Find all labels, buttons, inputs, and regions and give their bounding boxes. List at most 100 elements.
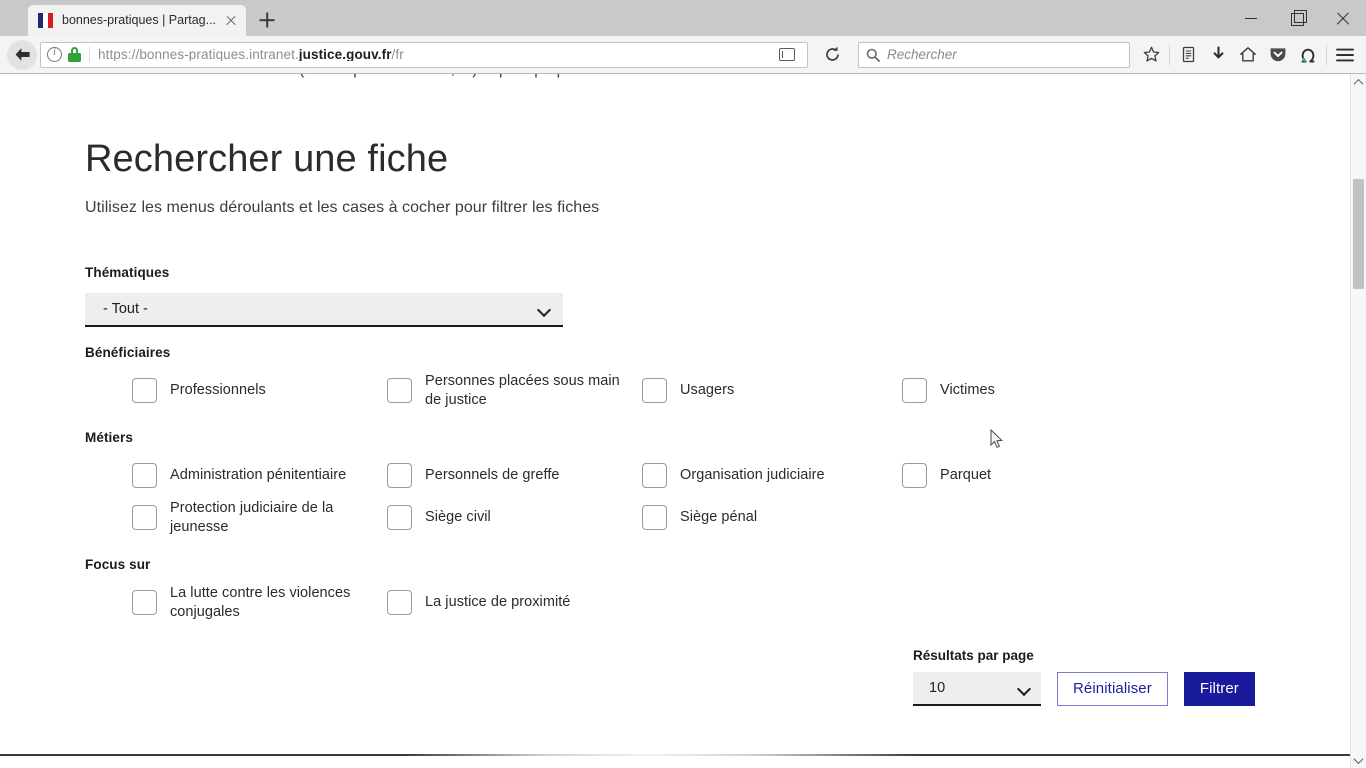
page-scrollbar[interactable] xyxy=(1350,74,1366,768)
checkbox-box[interactable] xyxy=(132,590,157,616)
french-flag-favicon xyxy=(38,13,55,28)
url-prefix: https://bonnes-pratiques.intranet. xyxy=(98,47,299,62)
checkbox-label: Administration pénitentiaire xyxy=(170,467,347,484)
checkbox-item[interactable]: La justice de proximité xyxy=(387,582,642,624)
minimize-button[interactable] xyxy=(1228,3,1274,33)
back-arrow-icon xyxy=(7,39,37,70)
address-bar-actions xyxy=(771,48,803,61)
page-subtitle: Utilisez les menus déroulants et les cas… xyxy=(85,198,600,216)
search-placeholder: Rechercher xyxy=(887,46,957,62)
results-per-page-select[interactable]: 10 xyxy=(913,671,1041,706)
checkbox-box[interactable] xyxy=(387,505,412,531)
checkbox-label: Usagers xyxy=(680,382,735,399)
thematiques-value: - Tout - xyxy=(103,300,148,317)
checkbox-label: Personnes placées sous main de justice xyxy=(425,372,620,408)
bookmark-star-icon[interactable] xyxy=(1136,40,1166,70)
thematiques-select[interactable]: - Tout - xyxy=(85,292,563,327)
pocket-icon[interactable] xyxy=(1263,40,1293,70)
tab-title: bonnes-pratiques | Partag... xyxy=(62,14,215,27)
browser-tab[interactable]: bonnes-pratiques | Partag... xyxy=(28,5,246,36)
checkbox-box[interactable] xyxy=(132,463,157,489)
toolbar-divider xyxy=(1169,44,1170,65)
checkbox-grid-metiers: Administration pénitentiaire Personnels … xyxy=(132,455,1350,539)
reload-button[interactable] xyxy=(816,40,848,70)
checkbox-item[interactable]: Siège pénal xyxy=(642,497,902,539)
group-focus-sur: Focus sur La lutte contre les violences … xyxy=(85,556,1350,624)
clipped-cookie-text: le site et des services associés (statis… xyxy=(82,74,1350,87)
omega-icon[interactable] xyxy=(1293,40,1323,70)
checkbox-grid-beneficiaires: Professionnels Personnes placées sous ma… xyxy=(132,370,1350,412)
checkbox-item[interactable]: La lutte contre les violences conjugales xyxy=(132,582,387,624)
site-identity[interactable] xyxy=(47,47,90,62)
address-bar[interactable]: https://bonnes-pratiques.intranet.justic… xyxy=(40,41,808,68)
scrollbar-thumb[interactable] xyxy=(1353,179,1364,289)
checkbox-item[interactable]: Siège civil xyxy=(387,497,642,539)
checkbox-label: Professionnels xyxy=(170,382,266,399)
url-suffix: /fr xyxy=(391,47,404,62)
checkbox-item[interactable]: Organisation judiciaire xyxy=(642,455,902,497)
web-page: le site et des services associés (statis… xyxy=(0,74,1350,768)
group-label-metiers: Métiers xyxy=(85,429,133,445)
checkbox-item[interactable]: Usagers xyxy=(642,370,902,412)
checkbox-label: Organisation judiciaire xyxy=(680,467,825,484)
checkbox-label: La justice de proximité xyxy=(425,594,571,611)
checkbox-box[interactable] xyxy=(132,505,157,531)
reload-icon xyxy=(825,46,839,61)
page-content: le site et des services associés (statis… xyxy=(0,74,1350,706)
checkbox-label: La lutte contre les violences conjugales xyxy=(170,584,351,620)
checkbox-box[interactable] xyxy=(642,505,667,531)
checkbox-box[interactable] xyxy=(132,378,157,404)
search-icon xyxy=(866,48,880,62)
library-icon[interactable] xyxy=(1173,40,1203,70)
downloads-icon[interactable] xyxy=(1203,40,1233,70)
checkbox-label: Protection judiciaire de la jeunesse xyxy=(170,499,334,535)
checkbox-box[interactable] xyxy=(902,378,927,404)
checkbox-label: Siège civil xyxy=(425,509,491,526)
browser-window: bonnes-pratiques | Partag... https://bon… xyxy=(0,0,1366,768)
checkbox-label: Siège pénal xyxy=(680,509,758,526)
checkbox-item[interactable]: Personnes placées sous main de justice xyxy=(387,370,642,412)
checkbox-label: Parquet xyxy=(940,467,992,484)
maximize-button[interactable] xyxy=(1274,3,1320,33)
chevron-down-icon xyxy=(538,305,551,313)
results-per-page-label: Résultats par page xyxy=(913,647,1034,663)
group-label-focus-sur: Focus sur xyxy=(85,556,151,572)
reset-button[interactable]: Réinitialiser xyxy=(1057,671,1168,706)
scroll-up-arrow[interactable] xyxy=(1351,74,1366,90)
window-close-button[interactable] xyxy=(1320,3,1366,33)
new-tab-button[interactable] xyxy=(252,5,282,35)
toolbar-icons xyxy=(1136,40,1360,70)
back-button[interactable] xyxy=(6,39,38,70)
checkbox-box[interactable] xyxy=(642,463,667,489)
reader-mode-icon[interactable] xyxy=(779,48,795,61)
site-info-icon[interactable] xyxy=(47,47,62,62)
checkbox-label: Victimes xyxy=(940,382,995,399)
hamburger-menu-icon[interactable] xyxy=(1330,40,1360,70)
filter-button[interactable]: Filtrer xyxy=(1183,671,1255,706)
close-icon[interactable] xyxy=(222,12,240,30)
checkbox-item[interactable]: Parquet xyxy=(902,455,1162,497)
checkbox-item[interactable]: Personnels de greffe xyxy=(387,455,642,497)
results-per-page-value: 10 xyxy=(929,679,946,696)
page-viewport: le site et des services associés (statis… xyxy=(0,74,1366,768)
checkbox-item[interactable]: Protection judiciaire de la jeunesse xyxy=(132,497,387,539)
group-beneficiaires: Bénéficiaires Professionnels Personnes p… xyxy=(85,344,1350,412)
checkbox-item[interactable]: Professionnels xyxy=(132,370,387,412)
checkbox-box[interactable] xyxy=(387,463,412,489)
scroll-down-arrow[interactable] xyxy=(1351,752,1366,768)
chevron-down-icon xyxy=(1018,684,1031,692)
navigation-toolbar: https://bonnes-pratiques.intranet.justic… xyxy=(0,36,1366,74)
page-title: Rechercher une fiche xyxy=(85,138,449,180)
tab-strip: bonnes-pratiques | Partag... xyxy=(0,0,1366,36)
url-domain: justice.gouv.fr xyxy=(298,47,392,62)
url-text: https://bonnes-pratiques.intranet.justic… xyxy=(98,48,404,62)
checkbox-box[interactable] xyxy=(387,590,412,616)
search-bar[interactable]: Rechercher xyxy=(858,41,1130,68)
checkbox-item[interactable]: Administration pénitentiaire xyxy=(132,455,387,497)
checkbox-box[interactable] xyxy=(902,463,927,489)
home-icon[interactable] xyxy=(1233,40,1263,70)
checkbox-box[interactable] xyxy=(642,378,667,404)
checkbox-item[interactable]: Victimes xyxy=(902,370,1162,412)
checkbox-box[interactable] xyxy=(387,378,412,404)
clipped-text: le site et des services associés (statis… xyxy=(82,74,692,79)
